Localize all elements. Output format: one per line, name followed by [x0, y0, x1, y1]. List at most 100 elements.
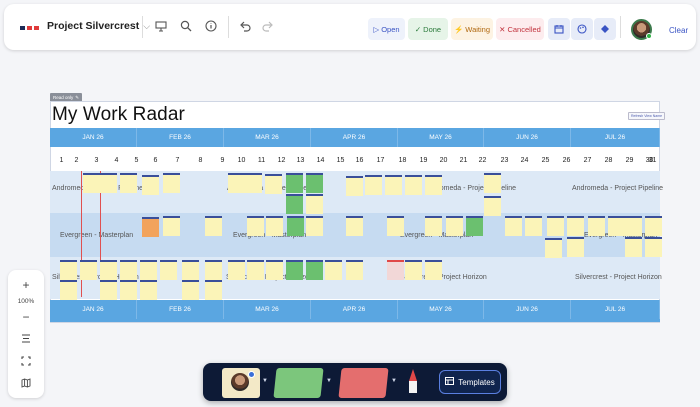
sticky-note[interactable] — [346, 216, 363, 236]
sticky-note[interactable] — [405, 260, 422, 280]
sticky-note[interactable] — [266, 216, 283, 236]
zoom-in-button[interactable]: + — [8, 278, 44, 292]
sticky-note[interactable] — [346, 260, 363, 280]
sticky-note[interactable] — [385, 175, 402, 195]
sticky-note[interactable] — [365, 175, 382, 195]
sticky-note[interactable] — [567, 237, 584, 257]
sticky-note[interactable] — [265, 174, 282, 194]
sticky-note[interactable] — [306, 194, 323, 214]
sticky-note[interactable] — [425, 175, 442, 195]
sticky-note[interactable] — [446, 216, 463, 236]
sticky-note[interactable] — [120, 260, 137, 280]
sticky-note[interactable] — [287, 216, 304, 236]
sticky-note[interactable] — [387, 216, 404, 236]
sticky-note[interactable] — [306, 173, 323, 193]
lane-label: Evergreen - Masterplan — [60, 232, 134, 239]
red-note-stack[interactable] — [338, 368, 389, 398]
sticky-note[interactable] — [228, 260, 245, 280]
sticky-note[interactable] — [484, 173, 501, 193]
diamond-icon[interactable] — [594, 18, 616, 40]
sticky-note[interactable] — [588, 216, 605, 236]
sticky-note[interactable] — [120, 280, 137, 300]
avatar[interactable] — [631, 19, 652, 40]
sticky-note[interactable] — [228, 173, 245, 193]
sticky-note[interactable] — [405, 175, 422, 195]
zoom-out-button[interactable]: − — [8, 310, 44, 324]
refresh-view-button[interactable]: Refresh View Name — [628, 112, 666, 120]
sticky-note[interactable] — [525, 216, 542, 236]
sticky-note[interactable] — [160, 260, 177, 280]
sticky-note[interactable] — [325, 260, 342, 280]
sticky-note[interactable] — [545, 238, 562, 258]
chevron-down-icon[interactable]: ▼ — [391, 378, 397, 384]
sticky-note[interactable] — [120, 173, 137, 193]
sticky-note[interactable] — [608, 216, 625, 236]
presentation-icon[interactable] — [151, 16, 171, 36]
sticky-note[interactable] — [286, 194, 303, 214]
sticky-note[interactable] — [286, 173, 303, 193]
sticky-note[interactable] — [567, 216, 584, 236]
top-month-7: JUL 26 — [571, 128, 660, 147]
status-cancelled-button[interactable]: ✕ Cancelled — [496, 18, 544, 40]
sticky-note[interactable] — [182, 280, 199, 300]
sticky-note[interactable] — [205, 216, 222, 236]
redo-icon[interactable] — [258, 16, 278, 36]
sticky-note[interactable] — [286, 260, 303, 280]
sticky-note[interactable] — [346, 176, 363, 196]
sticky-note[interactable] — [466, 216, 483, 236]
sticky-note[interactable] — [387, 260, 404, 280]
day-label: 17 — [376, 157, 385, 164]
sticky-note[interactable] — [645, 216, 662, 236]
sticky-note[interactable] — [163, 216, 180, 236]
sticky-note[interactable] — [182, 260, 199, 280]
map-icon[interactable] — [8, 378, 44, 391]
sticky-note[interactable] — [163, 173, 180, 193]
status-done-button[interactable]: ✓ Done — [408, 18, 448, 40]
sticky-note[interactable] — [140, 280, 157, 300]
sticky-note[interactable] — [142, 175, 159, 195]
sticky-note[interactable] — [80, 260, 97, 280]
chevron-down-icon[interactable]: ▼ — [326, 378, 332, 384]
fullscreen-icon[interactable] — [8, 356, 44, 369]
sticky-note[interactable] — [425, 216, 442, 236]
palette-icon[interactable] — [571, 18, 593, 40]
fit-width-icon[interactable] — [8, 334, 44, 346]
sticky-note[interactable] — [645, 237, 662, 257]
sticky-note[interactable] — [100, 173, 117, 193]
sticky-note[interactable] — [484, 196, 501, 216]
sticky-note[interactable] — [247, 216, 264, 236]
search-icon[interactable] — [176, 16, 196, 36]
sticky-note[interactable] — [60, 260, 77, 280]
marker-pen-icon[interactable] — [407, 369, 419, 400]
sticky-note[interactable] — [625, 237, 642, 257]
undo-icon[interactable] — [235, 16, 255, 36]
status-open-button[interactable]: ▷ Open — [368, 18, 405, 40]
project-selector[interactable]: Project Silvercrest ⌵ — [47, 20, 150, 32]
sticky-note[interactable] — [100, 260, 117, 280]
sticky-note[interactable] — [205, 280, 222, 300]
sticky-note[interactable] — [60, 280, 77, 300]
sticky-note[interactable] — [247, 260, 264, 280]
sticky-note[interactable] — [83, 173, 100, 193]
green-note-stack[interactable] — [273, 368, 324, 398]
sticky-note[interactable] — [625, 216, 642, 236]
sticky-note[interactable] — [245, 173, 262, 193]
status-waiting-button[interactable]: ⚡ Waiting — [451, 18, 493, 40]
top-month-5: MAY 26 — [398, 128, 484, 147]
sticky-note[interactable] — [100, 280, 117, 300]
clear-button[interactable]: Clear — [669, 26, 688, 35]
sticky-note[interactable] — [140, 260, 157, 280]
sticky-note[interactable] — [547, 216, 564, 236]
sticky-note[interactable] — [505, 216, 522, 236]
templates-button[interactable]: Templates — [439, 370, 501, 394]
sticky-note[interactable] — [306, 216, 323, 236]
sticky-note[interactable] — [425, 260, 442, 280]
chevron-down-icon[interactable]: ▼ — [262, 378, 268, 384]
info-icon[interactable] — [201, 16, 221, 36]
sticky-note[interactable] — [266, 260, 283, 280]
avatar-tray[interactable] — [222, 368, 260, 398]
sticky-note[interactable] — [205, 260, 222, 280]
sticky-note[interactable] — [306, 260, 323, 280]
calendar-icon[interactable] — [548, 18, 570, 40]
sticky-note[interactable] — [142, 217, 159, 237]
